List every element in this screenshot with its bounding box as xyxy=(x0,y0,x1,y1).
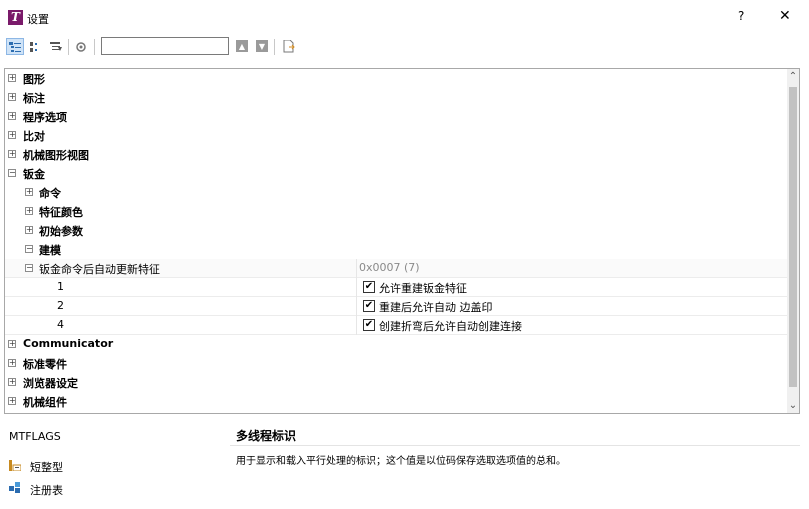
window-title: 设置 xyxy=(27,13,49,26)
flag-bit: 2 xyxy=(57,299,64,312)
tree-node-browser-settings[interactable]: + 浏览器设定 xyxy=(5,373,789,392)
tree-node-modeling[interactable]: − 建模 xyxy=(5,240,789,259)
tree-node-program-options[interactable]: + 程序选项 xyxy=(5,107,789,126)
expand-icon[interactable]: + xyxy=(8,93,16,101)
collapse-icon[interactable]: − xyxy=(8,169,16,177)
filter-icon[interactable] xyxy=(47,38,65,55)
app-logo-icon: T xyxy=(8,10,23,25)
registry-info: 注册表 xyxy=(9,482,63,498)
type-label: 短整型 xyxy=(30,461,63,474)
vertical-scrollbar[interactable]: ⌃ ⌄ xyxy=(787,69,799,413)
expand-icon[interactable]: + xyxy=(8,378,16,386)
registry-label: 注册表 xyxy=(30,484,63,497)
flag-row[interactable]: 1 ✔ 允许重建钣金特征 xyxy=(5,278,789,297)
help-button[interactable]: ? xyxy=(738,9,744,23)
flag-label: 创建折弯后允许自动创建连接 xyxy=(379,320,522,333)
search-up-icon[interactable]: ▲ xyxy=(236,40,248,52)
data-type-icon xyxy=(9,460,23,474)
flag-row[interactable]: 2 ✔ 重建后允许自动 边盖印 xyxy=(5,297,789,316)
tree-node-label: Communicator xyxy=(23,337,114,350)
tree-node-label: 标注 xyxy=(23,92,45,105)
setting-description: 用于显示和载入平行处理的标识；这个值是以位码保存选取选项值的总和。 xyxy=(236,456,566,467)
collapse-icon[interactable]: − xyxy=(25,264,33,272)
setting-title: 多线程标识 xyxy=(236,429,297,443)
expand-icon[interactable]: + xyxy=(8,74,16,82)
tree-node-sheet-metal[interactable]: − 钣金 xyxy=(5,164,789,183)
expand-icon[interactable]: + xyxy=(25,226,33,234)
scroll-down-icon[interactable]: ⌄ xyxy=(787,400,799,411)
collapse-icon[interactable]: − xyxy=(25,245,33,253)
flag-checkbox[interactable]: ✔ xyxy=(363,281,375,293)
tree-node-label: 比对 xyxy=(23,130,45,143)
search-down-icon[interactable]: ▼ xyxy=(256,40,268,52)
categorized-view-icon[interactable] xyxy=(6,38,24,55)
divider xyxy=(230,445,800,446)
registry-icon xyxy=(9,482,23,497)
property-value: 0x0007 (7) xyxy=(359,261,420,274)
tree-node-feature-colors[interactable]: + 特征颜色 xyxy=(5,202,789,221)
tree-node-label: 图形 xyxy=(23,73,45,86)
tree-node-label: 初始参数 xyxy=(39,225,83,238)
flag-bit: 4 xyxy=(57,318,64,331)
expand-icon[interactable]: + xyxy=(8,397,16,405)
expand-icon[interactable]: + xyxy=(8,340,16,348)
export-icon[interactable] xyxy=(280,38,298,55)
setting-key: MTFLAGS xyxy=(9,430,61,443)
tree-node-standard-parts[interactable]: + 标准零件 xyxy=(5,354,789,373)
tree-node-mechanical-views[interactable]: + 机械图形视图 xyxy=(5,145,789,164)
tree-node-label: 钣金 xyxy=(23,168,45,181)
flag-row[interactable]: 4 ✔ 创建折弯后允许自动创建连接 xyxy=(5,316,789,335)
expand-icon[interactable]: + xyxy=(8,150,16,158)
property-label: 钣金命令后自动更新特征 xyxy=(39,263,160,276)
tree-node-label: 命令 xyxy=(39,187,61,200)
tree-node-communicator[interactable]: + Communicator xyxy=(5,335,789,354)
tree-node-graphics[interactable]: + 图形 xyxy=(5,69,789,88)
close-button[interactable]: ✕ xyxy=(779,8,791,24)
tree-node-label: 建模 xyxy=(39,244,61,257)
tree-node-label: 特征颜色 xyxy=(39,206,83,219)
expand-icon[interactable]: + xyxy=(25,188,33,196)
tree-node-label: 标准零件 xyxy=(23,358,67,371)
tree-node-compare[interactable]: + 比对 xyxy=(5,126,789,145)
flag-bit: 1 xyxy=(57,280,64,293)
settings-tree: + 图形 + 标注 + 程序选项 + 比对 + 机械图形视图 − 钣金 + 命令… xyxy=(4,68,800,414)
expand-icon[interactable]: + xyxy=(8,359,16,367)
gear-icon[interactable] xyxy=(72,38,90,55)
flag-label: 允许重建钣金特征 xyxy=(379,282,467,295)
flag-checkbox[interactable]: ✔ xyxy=(363,319,375,331)
flag-checkbox[interactable]: ✔ xyxy=(363,300,375,312)
tree-node-label: 机械图形视图 xyxy=(23,149,89,162)
expand-icon[interactable]: + xyxy=(8,131,16,139)
scroll-up-icon[interactable]: ⌃ xyxy=(787,71,799,82)
tree-node-label: 程序选项 xyxy=(23,111,67,124)
tree-node-label: 机械组件 xyxy=(23,396,67,409)
tree-node-dimension[interactable]: + 标注 xyxy=(5,88,789,107)
type-info: 短整型 xyxy=(9,459,63,475)
tree-node-mechanical-components[interactable]: + 机械组件 xyxy=(5,392,789,411)
expand-icon[interactable]: + xyxy=(25,207,33,215)
search-input[interactable] xyxy=(101,37,229,55)
title-bar: T 设置 ? ✕ xyxy=(0,0,809,34)
tree-node-initial-params[interactable]: + 初始参数 xyxy=(5,221,789,240)
alphabetical-view-icon[interactable] xyxy=(26,38,44,55)
flag-label: 重建后允许自动 边盖印 xyxy=(379,301,493,314)
scroll-thumb[interactable] xyxy=(789,87,797,387)
tree-node-commands[interactable]: + 命令 xyxy=(5,183,789,202)
tree-node-label: 浏览器设定 xyxy=(23,377,78,390)
property-row-auto-update[interactable]: − 钣金命令后自动更新特征 0x0007 (7) xyxy=(5,259,789,278)
expand-icon[interactable]: + xyxy=(8,112,16,120)
